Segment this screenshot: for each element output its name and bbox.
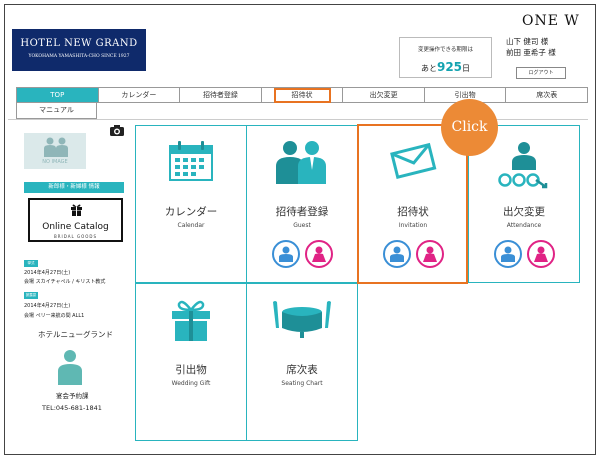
deadline-box: 変更操作できる期限は あと925日: [399, 37, 492, 78]
venue-name: ホテルニューグランド: [38, 330, 113, 339]
tab-manual[interactable]: マニュアル: [16, 103, 97, 119]
bride-guest-button[interactable]: [305, 240, 333, 268]
event2-place: 会場 ペリー来航の間 ALL1: [24, 313, 85, 319]
couple-info-button[interactable]: 新郎様・新婦様 情報: [24, 182, 124, 193]
tile-gift[interactable]: 引出物 Wedding Gift: [135, 283, 247, 441]
staff-icon: [58, 350, 82, 385]
hotel-name: HOTEL NEW GRAND: [20, 38, 138, 49]
tile-title: 席次表: [286, 364, 318, 376]
divider: [8, 119, 588, 120]
main-nav: TOP カレンダー 招待者登録 招待状 出欠変更 引出物 席次表: [16, 87, 588, 103]
groom-guest-button[interactable]: [272, 240, 300, 268]
tile-subtitle: Guest: [293, 222, 311, 229]
logout-button[interactable]: ログアウト: [516, 67, 566, 79]
tile-calendar[interactable]: カレンダー Calendar: [135, 125, 247, 283]
profile-photo[interactable]: NO IMAGE: [24, 133, 86, 169]
tab-guest[interactable]: 招待者登録: [180, 88, 262, 102]
event2-date: 2014年4月27日(土): [24, 303, 71, 309]
groom-icon: [501, 246, 515, 262]
click-callout: Click: [441, 99, 498, 156]
contact-tel: TEL:045-681-1841: [42, 404, 102, 412]
tab-top[interactable]: TOP: [17, 88, 99, 102]
groom-attendance-button[interactable]: [494, 240, 522, 268]
tab-calendar[interactable]: カレンダー: [98, 88, 181, 102]
bride-name: 前田 亜希子 様: [506, 48, 556, 57]
catalog-subtitle: BRIDAL GOODS: [54, 234, 97, 239]
event1-date: 2014年4月27日(土): [24, 270, 71, 276]
tab-invitation-label: 招待状: [273, 88, 331, 103]
event1-place: 会場 スカイチャペル / キリスト教式: [24, 279, 106, 285]
tile-subtitle: Wedding Gift: [171, 380, 211, 387]
deadline-prefix: あと: [420, 64, 437, 73]
tab-seating[interactable]: 席次表: [506, 88, 588, 102]
gift-icon: [71, 204, 82, 216]
no-image-label: NO IMAGE: [42, 159, 68, 165]
tile-title: 引出物: [175, 364, 207, 376]
gift-icon: [136, 298, 246, 346]
deadline-days-number: 925: [436, 60, 463, 74]
deadline-days: あと925日: [400, 60, 491, 74]
calendar-icon: [136, 140, 246, 186]
online-catalog-banner[interactable]: Online Catalog BRIDAL GOODS: [28, 198, 123, 242]
guest-icon: [247, 140, 357, 188]
bride-icon: [312, 246, 326, 262]
event1-tag: 挙式: [24, 260, 38, 267]
deadline-label: 変更操作できる期限は: [418, 47, 473, 53]
hotel-subtitle: YOKOHAMA YAMASHITA-CHO SINCE 1927: [28, 54, 130, 59]
contact-dept: 宴会予約課: [56, 392, 89, 400]
catalog-title: Online Catalog: [42, 222, 109, 232]
camera-icon[interactable]: [110, 125, 124, 136]
tile-title: 出欠変更: [503, 206, 545, 218]
couple-names: 山下 健司 様 前田 亜希子 様: [506, 36, 556, 58]
table-icon: [247, 298, 357, 344]
couple-icon: [44, 137, 68, 157]
tile-seating[interactable]: 席次表 Seating Chart: [246, 283, 358, 441]
groom-name: 山下 健司 様: [506, 37, 549, 46]
brand-logo: ONE W: [522, 13, 580, 29]
tile-subtitle: Seating Chart: [281, 380, 323, 387]
tab-attendance[interactable]: 出欠変更: [343, 88, 425, 102]
event2-tag: 披露宴: [24, 292, 38, 299]
bride-attendance-button[interactable]: [527, 240, 555, 268]
groom-icon: [279, 246, 293, 262]
tile-guest[interactable]: 招待者登録 Guest: [246, 125, 358, 283]
tile-subtitle: Calendar: [177, 222, 205, 229]
tab-invitation[interactable]: 招待状: [261, 88, 344, 103]
deadline-suffix: 日: [462, 64, 471, 73]
tile-subtitle: Attendance: [506, 222, 542, 229]
tile-title: カレンダー: [164, 206, 218, 218]
tile-title: 招待者登録: [275, 206, 329, 218]
bride-icon: [534, 246, 548, 262]
hotel-logo[interactable]: HOTEL NEW GRAND YOKOHAMA YAMASHITA-CHO S…: [12, 29, 146, 71]
